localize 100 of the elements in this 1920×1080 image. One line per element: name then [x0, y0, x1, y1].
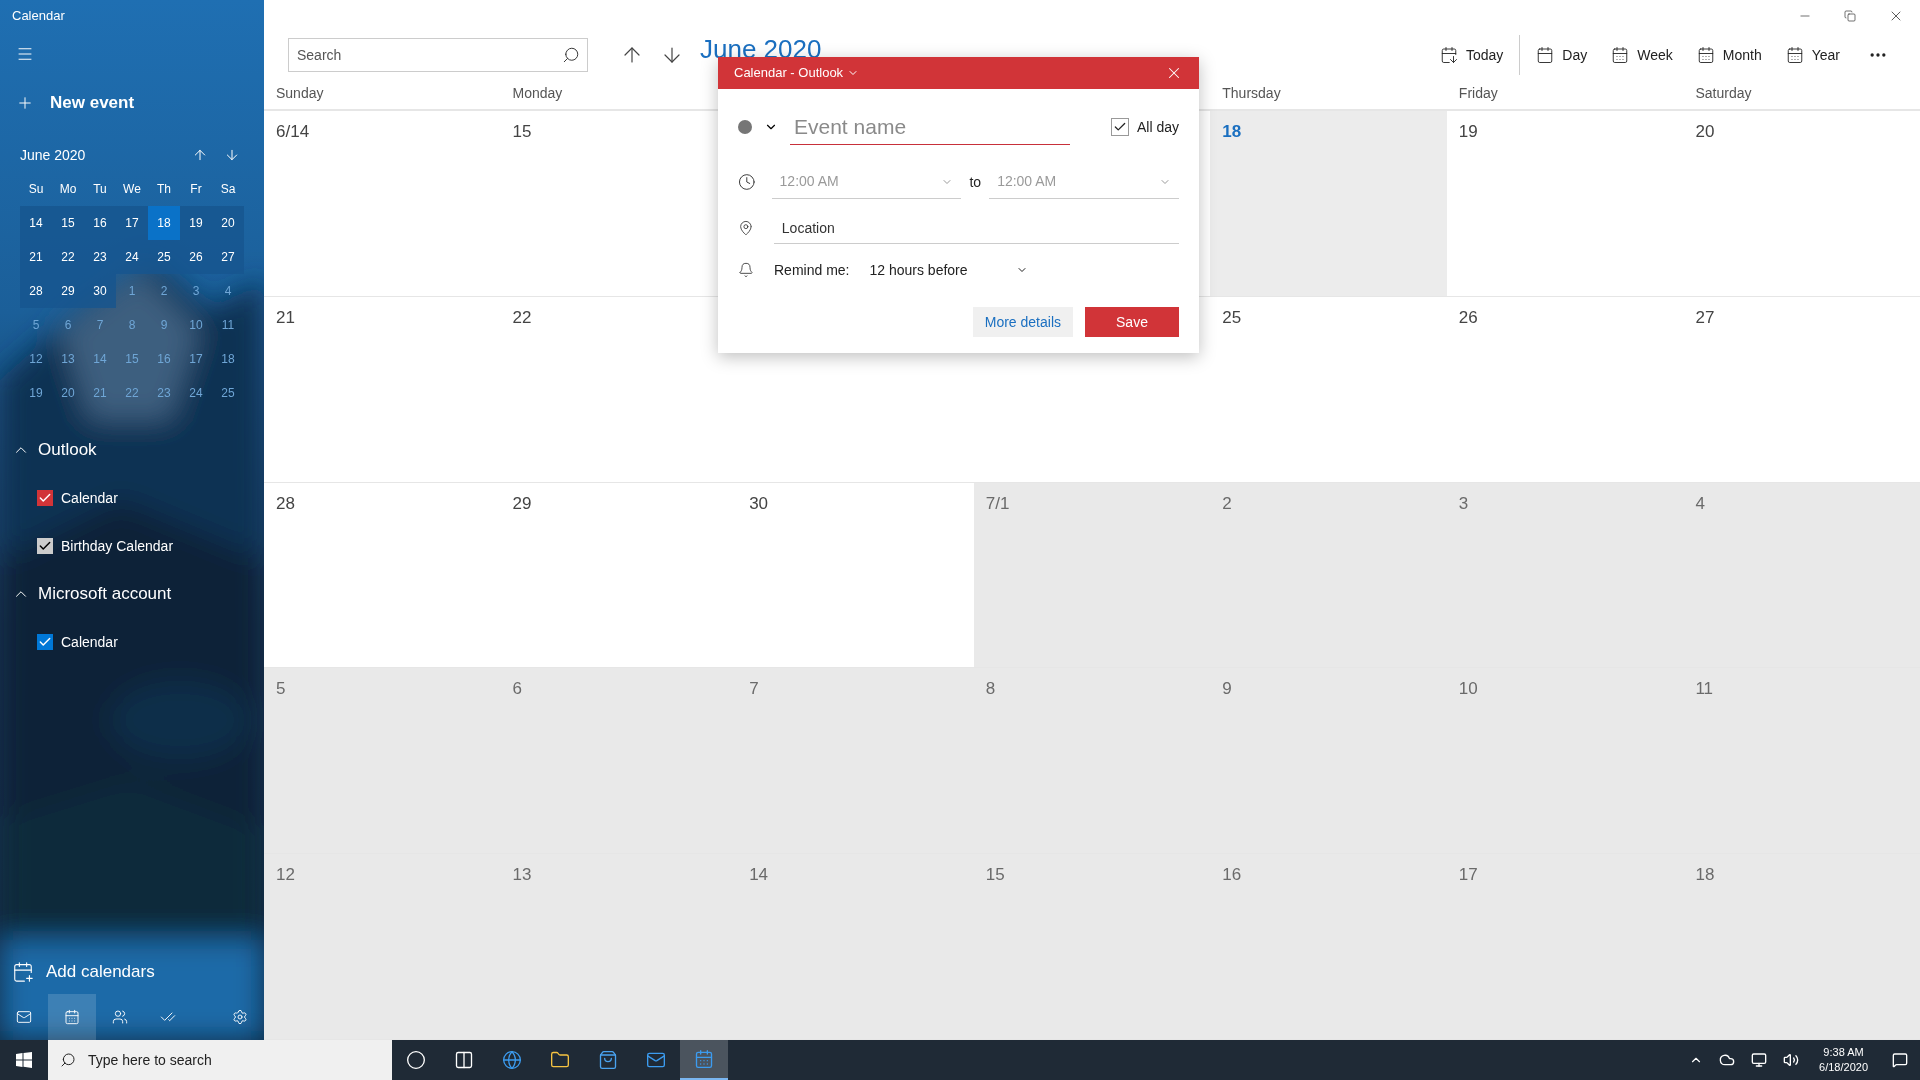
- menu-icon[interactable]: [16, 45, 34, 63]
- mini-calendar-day[interactable]: 22: [116, 376, 148, 410]
- mini-calendar-day[interactable]: 25: [212, 376, 244, 410]
- mini-calendar-day[interactable]: 16: [84, 206, 116, 240]
- new-event-button[interactable]: New event: [0, 76, 264, 130]
- all-day-checkbox[interactable]: All day: [1110, 116, 1179, 138]
- day-cell[interactable]: 5: [264, 668, 501, 855]
- mini-calendar-day[interactable]: 21: [84, 376, 116, 410]
- mini-calendar-day[interactable]: 21: [20, 240, 52, 274]
- day-number: 18: [1695, 865, 1715, 885]
- mini-calendar-day[interactable]: 24: [116, 240, 148, 274]
- mini-calendar-day[interactable]: 12: [20, 342, 52, 376]
- mini-calendar-day[interactable]: 28: [20, 274, 52, 308]
- mini-calendar-day[interactable]: 14: [84, 342, 116, 376]
- mini-calendar-day[interactable]: 7: [84, 308, 116, 342]
- calendar-plus-icon: [12, 961, 34, 983]
- mini-calendar-day[interactable]: 3: [180, 274, 212, 308]
- location-field[interactable]: Location: [773, 212, 1179, 244]
- mini-calendar-day[interactable]: 29: [52, 274, 84, 308]
- mini-calendar-day[interactable]: 25: [148, 240, 180, 274]
- mini-calendar-day[interactable]: 11: [212, 308, 244, 342]
- network-icon[interactable]: [1751, 1052, 1768, 1068]
- mini-calendar-day[interactable]: 2: [148, 274, 180, 308]
- mini-calendar-day[interactable]: 26: [180, 240, 212, 274]
- mini-calendar-day[interactable]: 19: [180, 206, 212, 240]
- mini-calendar-day[interactable]: 17: [116, 206, 148, 240]
- save-button[interactable]: Save: [1085, 307, 1179, 337]
- day-cell[interactable]: 9: [1210, 668, 1447, 855]
- mini-calendar-day[interactable]: 24: [180, 376, 212, 410]
- account-header[interactable]: Microsoft account: [0, 570, 264, 618]
- mini-calendar-day[interactable]: 1: [116, 274, 148, 308]
- reminder-dropdown[interactable]: 12 hours before: [869, 259, 1028, 281]
- clock-date[interactable]: 6/18/2020: [1819, 1060, 1868, 1075]
- mini-calendar-day[interactable]: 18: [148, 206, 180, 240]
- view-button[interactable]: Week: [1599, 37, 1685, 73]
- day-cell[interactable]: 15: [973, 854, 1211, 1040]
- mini-calendar-day[interactable]: 15: [52, 206, 84, 240]
- mini-calendar-day[interactable]: 16: [148, 342, 180, 376]
- restore-icon[interactable]: [1844, 10, 1856, 22]
- more-details-button[interactable]: More details: [972, 307, 1073, 337]
- day-cell[interactable]: 18: [1683, 854, 1920, 1040]
- day-cell[interactable]: 17: [1446, 854, 1684, 1040]
- day-cell[interactable]: 18: [1210, 111, 1447, 297]
- today-button[interactable]: Today: [1427, 37, 1516, 73]
- mini-calendar-day[interactable]: 14: [20, 206, 52, 240]
- mini-calendar-day[interactable]: 20: [212, 206, 244, 240]
- day-cell[interactable]: 13: [500, 854, 738, 1040]
- mini-calendar-day[interactable]: 22: [52, 240, 84, 274]
- weekday-header: Saturday: [1695, 84, 1752, 103]
- mini-calendar-day[interactable]: 10: [180, 308, 212, 342]
- mini-calendar-day[interactable]: 20: [52, 376, 84, 410]
- day-cell[interactable]: 10: [1446, 668, 1684, 855]
- mini-calendar-day[interactable]: 30: [84, 274, 116, 308]
- mini-calendar-day[interactable]: 18: [212, 342, 244, 376]
- day-number: 19: [1458, 122, 1478, 141]
- clock-time[interactable]: 9:38 AM: [1823, 1045, 1864, 1060]
- calendar-picker[interactable]: Calendar - Outlook: [734, 63, 860, 83]
- mini-calendar-day[interactable]: 13: [52, 342, 84, 376]
- day-cell[interactable]: 11: [1683, 668, 1920, 855]
- calendar-checkbox[interactable]: [37, 634, 53, 650]
- view-button[interactable]: Year: [1773, 37, 1852, 73]
- mini-calendar-day[interactable]: 8: [116, 308, 148, 342]
- mini-calendar-day[interactable]: 15: [116, 342, 148, 376]
- day-cell[interactable]: 2: [1210, 482, 1447, 669]
- event-name-field[interactable]: Event name: [790, 109, 1070, 145]
- cloud-icon[interactable]: [1719, 1052, 1736, 1068]
- day-cell[interactable]: 7: [737, 668, 974, 855]
- mini-calendar-day[interactable]: 5: [20, 308, 52, 342]
- mini-calendar-day[interactable]: 9: [148, 308, 180, 342]
- account-header[interactable]: Outlook: [0, 426, 264, 474]
- day-number: 10: [1458, 679, 1478, 699]
- search-icon[interactable]: [562, 46, 580, 64]
- mini-calendar-day[interactable]: 4: [212, 274, 244, 308]
- view-button[interactable]: Day: [1524, 37, 1600, 73]
- calendar-icon[interactable]: [680, 1040, 728, 1080]
- day-number: 6/14: [276, 122, 310, 141]
- weekday-header: Friday: [1458, 84, 1498, 103]
- calendar-checkbox[interactable]: [37, 538, 53, 554]
- day-cell[interactable]: 6: [500, 668, 738, 855]
- mini-calendar-day[interactable]: 6: [52, 308, 84, 342]
- notifications-icon[interactable]: [1892, 1052, 1908, 1068]
- volume-icon[interactable]: [1783, 1052, 1800, 1068]
- day-cell[interactable]: 14: [737, 854, 974, 1040]
- taskbar-search-field[interactable]: Type here to search: [48, 1040, 392, 1080]
- day-cell[interactable]: 8: [973, 668, 1211, 855]
- day-cell[interactable]: 16: [1210, 854, 1447, 1040]
- calendar-checkbox[interactable]: [37, 490, 53, 506]
- mini-calendar-day[interactable]: 23: [148, 376, 180, 410]
- day-cell[interactable]: 3: [1446, 482, 1684, 669]
- mini-calendar-day[interactable]: 17: [180, 342, 212, 376]
- end-time-dropdown[interactable]: 12:00 AM: [989, 165, 1179, 199]
- mini-calendar-day[interactable]: 19: [20, 376, 52, 410]
- day-cell[interactable]: 12: [264, 854, 501, 1040]
- mini-calendar-day[interactable]: 27: [212, 240, 244, 274]
- search-field[interactable]: Search: [288, 38, 588, 72]
- view-button[interactable]: Month: [1684, 37, 1774, 73]
- day-cell[interactable]: 4: [1683, 482, 1920, 669]
- mini-calendar-day[interactable]: 23: [84, 240, 116, 274]
- calendar-icon: [1696, 46, 1715, 64]
- day-cell[interactable]: 7/1: [973, 482, 1211, 669]
